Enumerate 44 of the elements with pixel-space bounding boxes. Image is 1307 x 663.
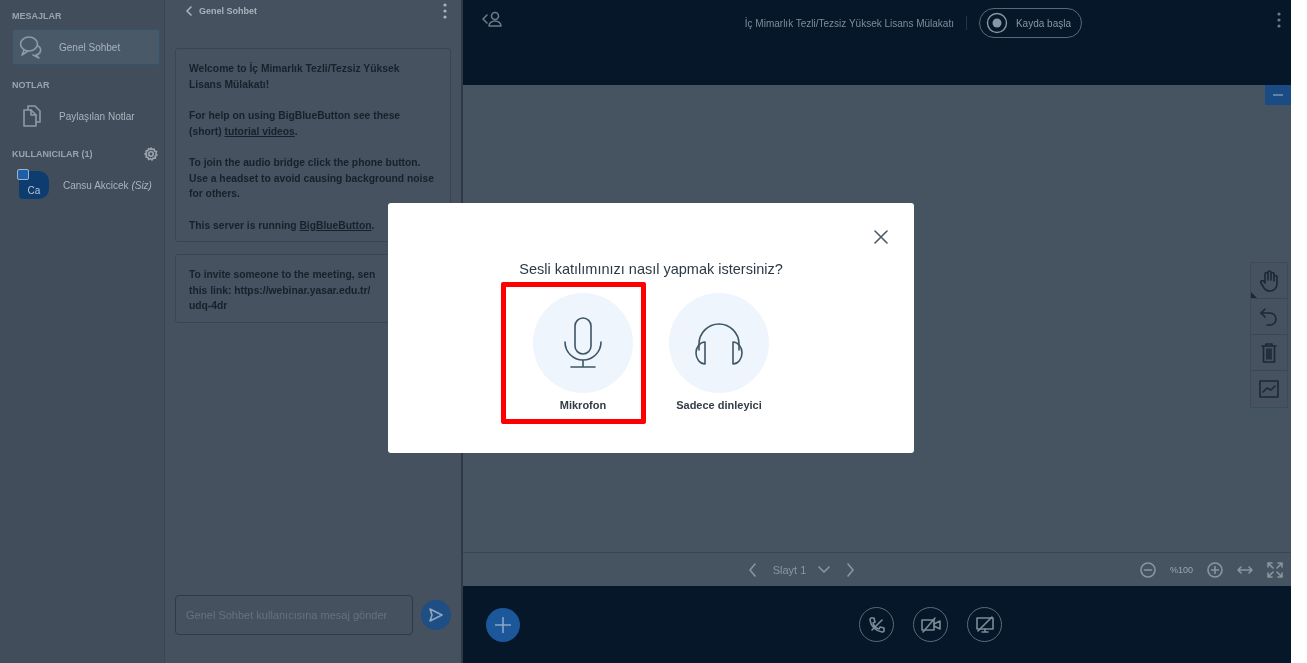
user-avatar: Ca <box>19 171 49 199</box>
hand-icon <box>1259 269 1279 292</box>
camera-crossed-icon <box>920 616 941 633</box>
option-label: Sadece dinleyici <box>676 399 762 411</box>
minus-icon <box>1273 94 1283 96</box>
dropdown-caret-icon <box>818 565 831 574</box>
monitor-crossed-icon <box>975 615 994 634</box>
microphone-icon <box>563 316 603 370</box>
slide-dropdown[interactable]: Slayt 1 <box>772 563 831 576</box>
trash-icon <box>1261 342 1277 363</box>
send-button[interactable] <box>421 600 451 630</box>
record-icon <box>985 12 1008 34</box>
send-icon <box>428 607 445 623</box>
next-slide-icon[interactable] <box>846 562 856 577</box>
meeting-title: İç Mimarlık Tezli/Tezsiz Yüksek Lisans Mülakatı <box>744 17 954 29</box>
headphones-icon <box>693 320 745 366</box>
chart-icon <box>1259 380 1279 398</box>
sidebar-item[interactable]: Genel Sohbet <box>12 29 160 65</box>
option-label: Mikrofon <box>559 399 607 411</box>
zoom-in-icon[interactable] <box>1207 561 1223 578</box>
plus-icon <box>494 615 512 634</box>
fullscreen-icon[interactable] <box>1267 561 1283 578</box>
more-options-icon[interactable] <box>1277 12 1281 28</box>
dialog-question: Sesli katılımınızı nasıl yapmak istersiniz? <box>519 261 783 277</box>
zoom-level: %100 <box>1169 564 1193 575</box>
more-options-icon[interactable] <box>443 3 447 19</box>
section-heading: MESAJLAR <box>12 11 62 21</box>
close-icon <box>874 230 888 244</box>
sidebar-item[interactable]: Ca Cansu Akcicek (Siz) <box>12 167 160 203</box>
undo-icon <box>1260 306 1278 327</box>
settings-icon[interactable] <box>144 147 158 161</box>
fit-width-icon[interactable] <box>1237 565 1253 574</box>
back-link[interactable]: Genel Sohbet <box>185 6 257 16</box>
sidebar-item[interactable]: Paylaşılan Notlar <box>12 98 160 134</box>
zoom-out-icon[interactable] <box>1139 561 1156 578</box>
actions-button[interactable] <box>486 607 520 642</box>
minimize-button[interactable] <box>1265 85 1291 105</box>
section-heading: KULLANICILAR (1) <box>12 149 93 159</box>
previous-slide-icon[interactable] <box>747 562 757 577</box>
section-heading: NOTLAR <box>12 80 50 90</box>
screen-badge-icon <box>17 169 29 180</box>
user-list-toggle-icon[interactable] <box>481 10 503 28</box>
phone-crossed-icon <box>867 615 886 634</box>
close-button[interactable] <box>874 230 888 244</box>
